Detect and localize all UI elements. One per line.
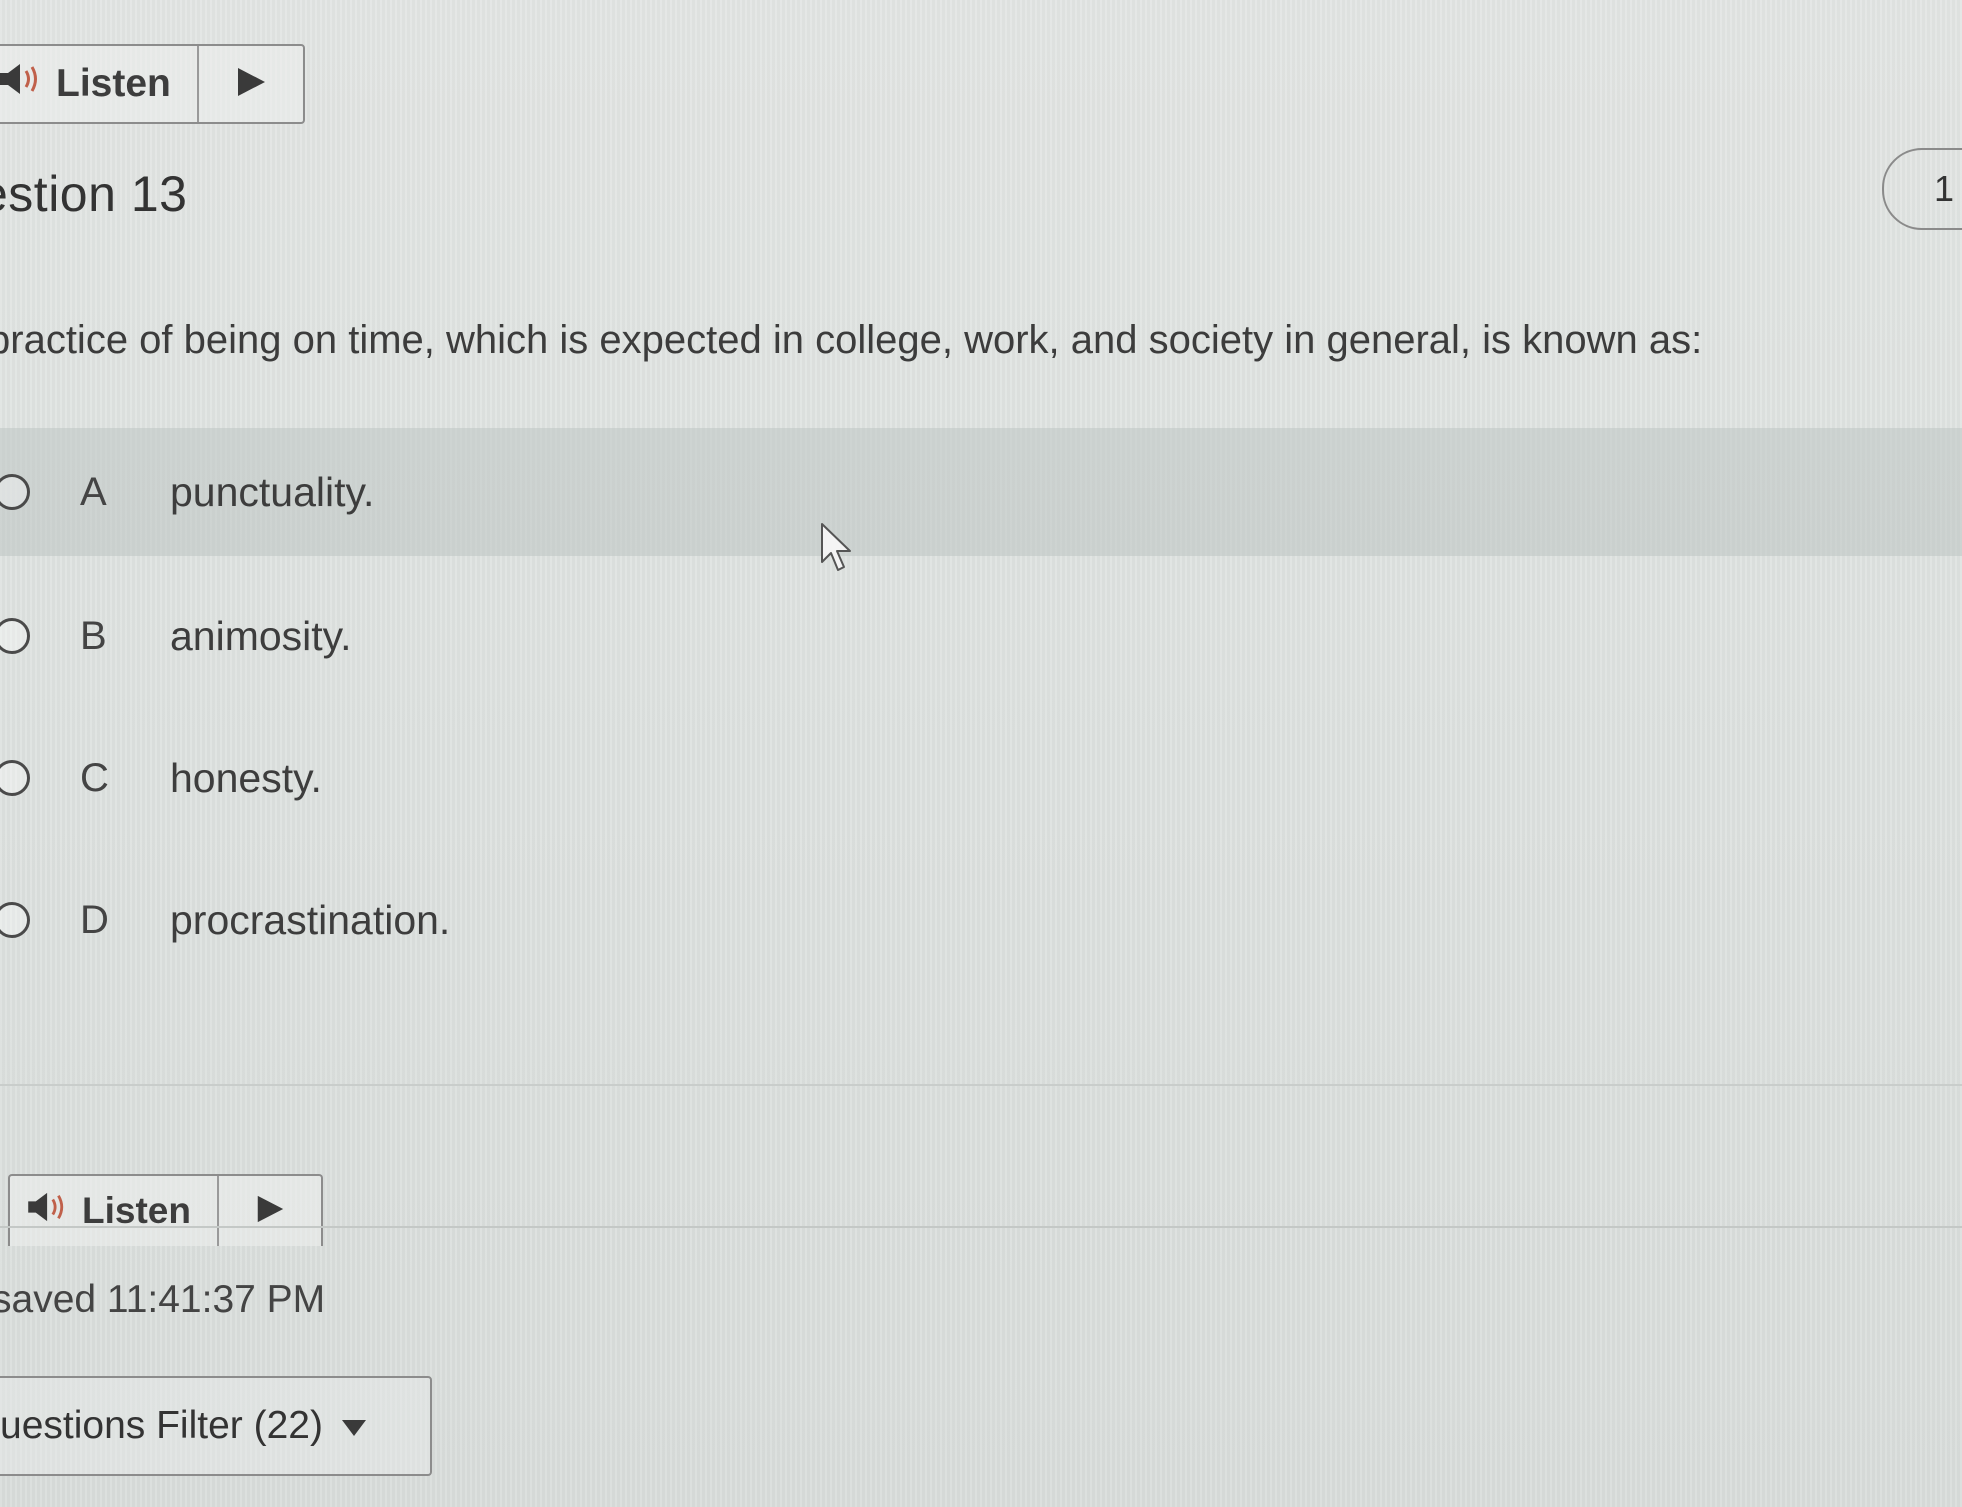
answer-option-a[interactable]: A punctuality.: [0, 428, 1962, 556]
answer-option-b[interactable]: B animosity.: [0, 572, 1962, 700]
listen-widget-bottom: Listen: [8, 1174, 323, 1246]
mouse-cursor-icon: [820, 522, 856, 579]
radio-button[interactable]: [0, 618, 30, 654]
option-letter: C: [80, 755, 109, 800]
play-icon: [254, 1193, 286, 1230]
questions-filter-button[interactable]: uestions Filter (22): [0, 1376, 432, 1476]
caret-down-icon: [341, 1404, 367, 1448]
question-text: practice of being on time, which is expe…: [0, 318, 1703, 362]
listen-label: Listen: [56, 62, 171, 105]
question-title: estion 13: [0, 166, 188, 222]
radio-button[interactable]: [0, 902, 30, 938]
option-text: animosity.: [170, 612, 352, 659]
listen-button[interactable]: Listen: [0, 46, 197, 122]
answer-option-d[interactable]: D procrastination.: [0, 856, 1962, 984]
points-badge: 1: [1882, 148, 1962, 230]
option-text: honesty.: [170, 754, 322, 801]
toolbar-divider: [0, 1226, 1962, 1228]
last-saved-status: saved 11:41:37 PM: [0, 1278, 326, 1321]
play-icon: [234, 65, 268, 104]
option-text: punctuality.: [170, 468, 375, 515]
listen-widget-top: Listen: [0, 44, 305, 124]
radio-button[interactable]: [0, 474, 30, 510]
option-letter: A: [80, 469, 107, 514]
section-divider: [0, 1084, 1962, 1086]
speaker-icon: [0, 61, 46, 107]
play-button[interactable]: [196, 46, 303, 122]
option-letter: B: [80, 613, 107, 658]
answer-option-c[interactable]: C honesty.: [0, 714, 1962, 842]
listen-button[interactable]: Listen: [10, 1176, 217, 1246]
screen: Listen estion 13 1 practice of being on …: [0, 0, 1962, 1507]
option-letter: D: [80, 897, 109, 942]
radio-button[interactable]: [0, 760, 30, 796]
play-button[interactable]: [216, 1176, 321, 1246]
option-text: procrastination.: [170, 896, 451, 943]
filter-label: uestions Filter (22): [0, 1404, 323, 1447]
